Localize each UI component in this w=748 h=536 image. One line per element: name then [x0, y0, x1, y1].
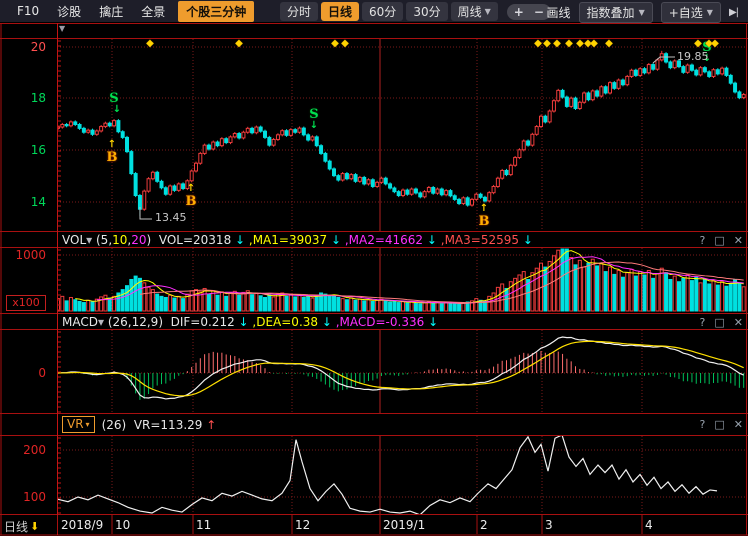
- indicator-value-segment: ↓: [424, 315, 438, 329]
- x-axis-band: 日线 ⬇ 2018/9 10 11 12 2019/1 2 3 4: [0, 517, 748, 535]
- collapse-panel-icon[interactable]: ▶|: [729, 7, 738, 18]
- indicator-value-segment: VOL=20318: [159, 233, 231, 247]
- chart-canvas: [0, 0, 748, 536]
- stock-chart-window: F10诊股擒庄全景 个股三分钟 分时日线60分30分周线▼+− 画线 指数叠加 …: [0, 0, 748, 536]
- indicator-value-segment: 10: [112, 233, 127, 247]
- period-label: 日线: [4, 518, 28, 535]
- date-label-7: 4: [645, 518, 653, 532]
- period-tab-3[interactable]: 30分: [406, 2, 447, 21]
- vr-window-controls: ? □ ✕: [700, 418, 743, 431]
- zoom-pill: +−: [507, 4, 551, 20]
- chart-dropdown-icon[interactable]: ▼: [59, 24, 65, 33]
- add-watchlist-button[interactable]: +自选 ▼: [661, 2, 721, 23]
- vol-header-band: VOL▾ (5,10,20) VOL=20318 ↓ ,MA1=39037 ↓ …: [0, 232, 748, 248]
- indicator-value-segment: ,MACD=-0.336: [332, 315, 424, 329]
- vr-line-layer: [58, 435, 717, 515]
- date-label-0: 2018/9: [61, 518, 103, 532]
- date-label-2: 11: [196, 518, 211, 532]
- date-label-6: 3: [545, 518, 553, 532]
- indicator-value-segment: ↓: [231, 233, 245, 247]
- period-tab-group: 分时日线60分30分周线▼ +−: [280, 2, 551, 21]
- period-indicator[interactable]: 日线 ⬇: [4, 518, 39, 535]
- arrow-down-icon: ⬇: [30, 520, 39, 533]
- period-tab-0[interactable]: 分时: [280, 2, 318, 21]
- toolbar: F10诊股擒庄全景 个股三分钟 分时日线60分30分周线▼ +− 画线 指数叠加 …: [0, 0, 748, 22]
- maximize-icon[interactable]: □: [714, 234, 724, 247]
- chevron-down-icon: ▼: [707, 8, 713, 17]
- maximize-icon[interactable]: □: [714, 316, 724, 329]
- help-icon[interactable]: ?: [700, 234, 706, 247]
- macd-window-controls: ? □ ✕: [700, 316, 743, 329]
- draw-line-button[interactable]: 画线: [547, 4, 571, 21]
- period-tab-1[interactable]: 日线: [321, 2, 359, 21]
- indicator-value-segment: ↓: [235, 315, 249, 329]
- add-watchlist-label: +自选: [669, 4, 703, 21]
- indicator-value-segment: ↓: [318, 315, 332, 329]
- period-tab-2[interactable]: 60分: [362, 2, 403, 21]
- indicator-value-segment: 20: [131, 233, 146, 247]
- toolbar-right-group: 画线 指数叠加 ▼ +自选 ▼ ▶|: [547, 2, 738, 23]
- chevron-down-icon: ▼: [639, 8, 645, 17]
- maximize-icon[interactable]: □: [714, 418, 724, 431]
- menu-item-3[interactable]: 全景: [132, 1, 174, 22]
- zoom-out-button[interactable]: −: [534, 5, 544, 19]
- help-icon[interactable]: ?: [700, 418, 706, 431]
- date-label-4: 2019/1: [383, 518, 425, 532]
- indicator-value-segment: ,DEA=0.38: [249, 315, 318, 329]
- menu-item-0[interactable]: F10: [8, 2, 48, 20]
- date-label-5: 2: [480, 518, 488, 532]
- zoom-in-button[interactable]: +: [514, 5, 524, 19]
- menu-item-1[interactable]: 诊股: [48, 1, 90, 22]
- index-overlay-label: 指数叠加: [587, 4, 635, 21]
- help-icon[interactable]: ?: [700, 316, 706, 329]
- chevron-down-icon: ▾: [86, 417, 90, 432]
- indicator-value-segment: VOL: [62, 233, 86, 247]
- indicator-value-segment: ↓: [519, 233, 533, 247]
- stock-3min-button[interactable]: 个股三分钟: [178, 1, 254, 22]
- vol-indicator-label[interactable]: VOL▾ (5,10,20) VOL=20318 ↓ ,MA1=39037 ↓ …: [62, 233, 533, 247]
- vol-window-controls: ? □ ✕: [700, 234, 743, 247]
- indicator-value-segment: DIF=0.212: [171, 315, 235, 329]
- menu-group: F10诊股擒庄全景: [8, 1, 174, 22]
- vr-header-band: VR▾ (26) VR=113.29 ↑ ? □ ✕: [0, 415, 748, 434]
- indicator-value-segment: (26) VR=113.29: [102, 418, 203, 432]
- period-tab-4[interactable]: 周线▼: [451, 2, 498, 21]
- menu-item-2[interactable]: 擒庄: [90, 1, 132, 22]
- chevron-down-icon: ▼: [485, 7, 491, 16]
- indicator-value-segment: ,MA1=39037: [245, 233, 327, 247]
- indicator-value-segment: ,MA3=52595: [437, 233, 519, 247]
- indicator-value-segment: ▾: [86, 233, 96, 247]
- date-label-3: 12: [295, 518, 310, 532]
- indicator-value-segment: ,MA2=41662: [341, 233, 423, 247]
- macd-header-band: MACD▾ (26,12,9) DIF=0.212 ↓ ,DEA=0.38 ↓ …: [0, 314, 748, 330]
- macd-layer: [58, 337, 744, 400]
- indicator-value-segment: 5: [101, 233, 109, 247]
- vr-indicator-label: VR▾ (26) VR=113.29 ↑: [62, 416, 216, 433]
- date-label-1: 10: [115, 518, 130, 532]
- vr-selector-button[interactable]: VR▾: [62, 416, 95, 433]
- indicator-value-segment: ↑: [202, 418, 216, 432]
- candlestick-layer: [57, 51, 746, 216]
- indicator-value-segment: ↓: [423, 233, 437, 247]
- indicator-value-segment: MACD: [62, 315, 98, 329]
- macd-indicator-label[interactable]: MACD▾ (26,12,9) DIF=0.212 ↓ ,DEA=0.38 ↓ …: [62, 315, 438, 329]
- index-overlay-button[interactable]: 指数叠加 ▼: [579, 2, 653, 23]
- indicator-value-segment: ▾: [98, 315, 108, 329]
- close-icon[interactable]: ✕: [734, 316, 743, 329]
- close-icon[interactable]: ✕: [734, 234, 743, 247]
- indicator-value-segment: (26,12,9): [108, 315, 171, 329]
- close-icon[interactable]: ✕: [734, 418, 743, 431]
- indicator-value-segment: ↓: [327, 233, 341, 247]
- indicator-value-segment: ): [147, 233, 159, 247]
- volume-layer: [57, 249, 746, 311]
